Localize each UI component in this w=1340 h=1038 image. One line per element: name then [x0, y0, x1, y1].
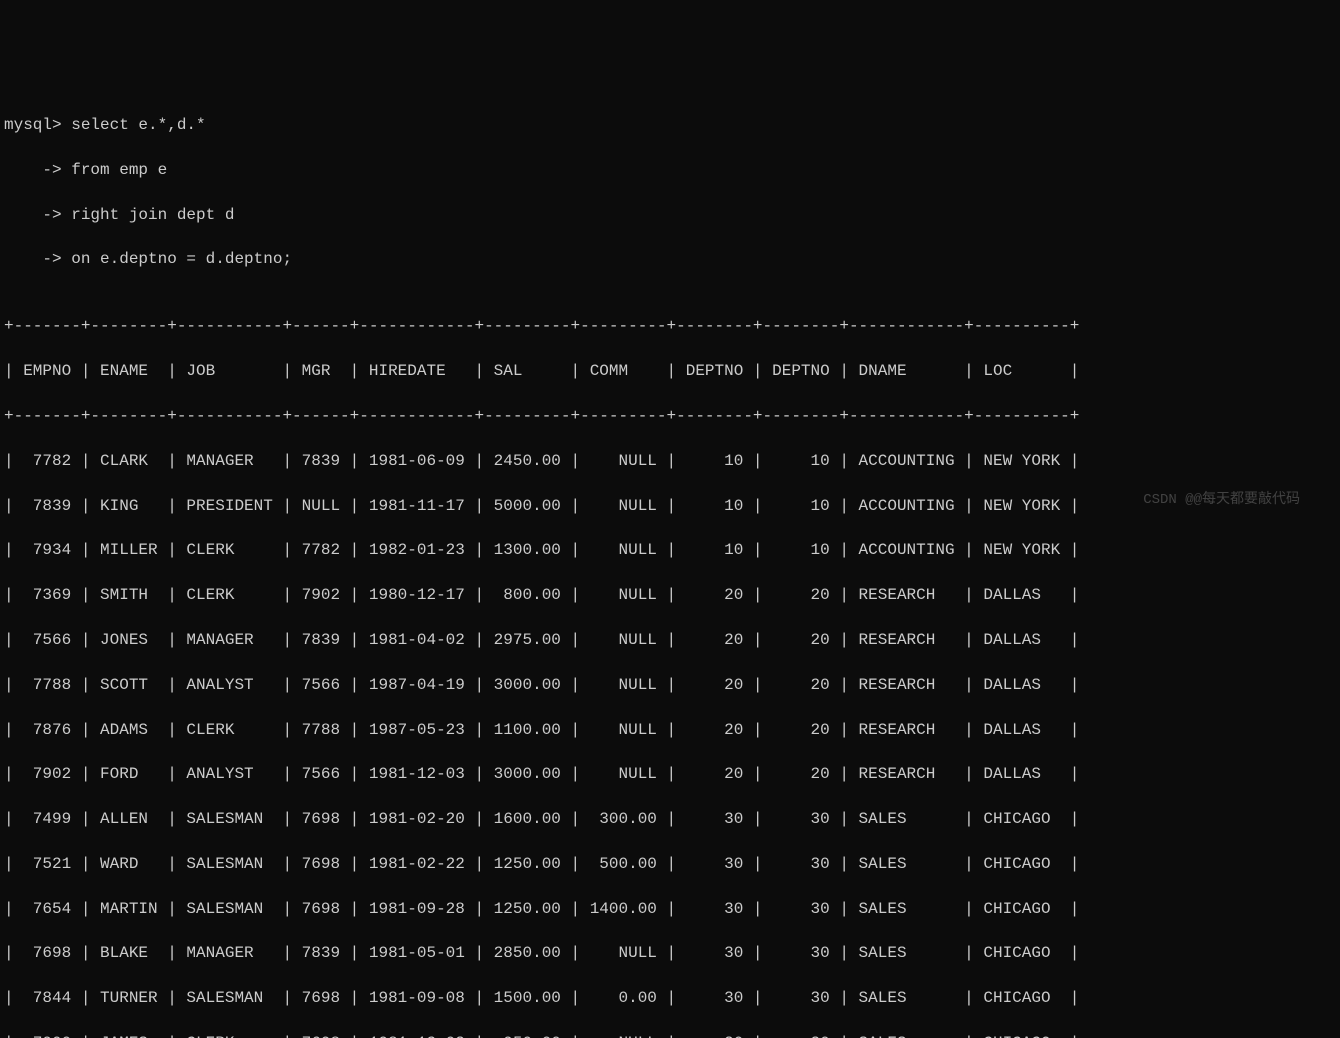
table-row: | 7566 | JONES | MANAGER | 7839 | 1981-0… [4, 629, 1336, 651]
table-row: | 7934 | MILLER | CLERK | 7782 | 1982-01… [4, 539, 1336, 561]
table-header-row: | EMPNO | ENAME | JOB | MGR | HIREDATE |… [4, 360, 1336, 382]
table-border-mid: +-------+--------+-----------+------+---… [4, 405, 1336, 427]
table-row: | 7499 | ALLEN | SALESMAN | 7698 | 1981-… [4, 808, 1336, 830]
table-row: | 7788 | SCOTT | ANALYST | 7566 | 1987-0… [4, 674, 1336, 696]
table-row: | 7902 | FORD | ANALYST | 7566 | 1981-12… [4, 763, 1336, 785]
table-row: | 7900 | JAMES | CLERK | 7698 | 1981-12-… [4, 1032, 1336, 1038]
table-row: | 7876 | ADAMS | CLERK | 7788 | 1987-05-… [4, 719, 1336, 741]
sql-prompt-line-2: -> from emp e [0, 159, 1340, 181]
sql-prompt-line-3: -> right join dept d [0, 204, 1340, 226]
table-row: | 7698 | BLAKE | MANAGER | 7839 | 1981-0… [4, 942, 1336, 964]
terminal-output: mysql> select e.*,d.* -> from emp e -> r… [0, 90, 1340, 1038]
sql-prompt-line-4: -> on e.deptno = d.deptno; [0, 248, 1340, 270]
table-row: | 7839 | KING | PRESIDENT | NULL | 1981-… [4, 495, 1336, 517]
watermark-text: CSDN @@每天都要敲代码 [1143, 491, 1300, 511]
table-row: | 7844 | TURNER | SALESMAN | 7698 | 1981… [4, 987, 1336, 1009]
table-row: | 7369 | SMITH | CLERK | 7902 | 1980-12-… [4, 584, 1336, 606]
table-border-top: +-------+--------+-----------+------+---… [4, 315, 1336, 337]
sql-prompt-line-1: mysql> select e.*,d.* [0, 114, 1340, 136]
table-row: | 7521 | WARD | SALESMAN | 7698 | 1981-0… [4, 853, 1336, 875]
table-row: | 7654 | MARTIN | SALESMAN | 7698 | 1981… [4, 898, 1336, 920]
table-row: | 7782 | CLARK | MANAGER | 7839 | 1981-0… [4, 450, 1336, 472]
result-table: +-------+--------+-----------+------+---… [0, 293, 1340, 1038]
